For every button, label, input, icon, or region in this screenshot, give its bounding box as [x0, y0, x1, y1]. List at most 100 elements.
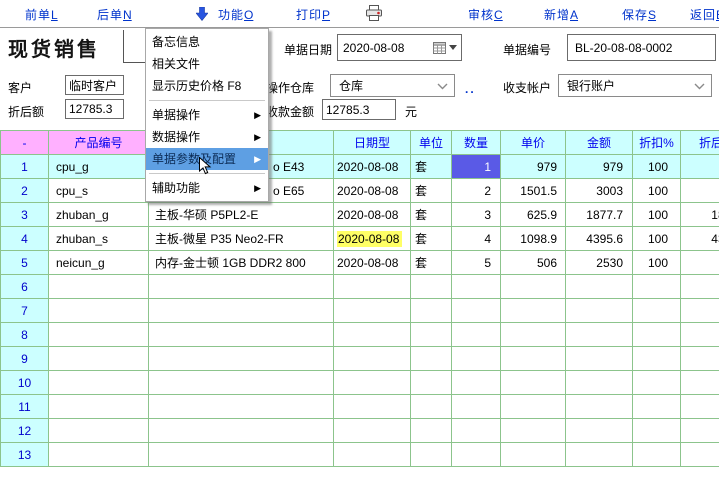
cell-product-code[interactable] — [49, 443, 149, 467]
cell-unit-price[interactable]: 506 — [501, 251, 566, 275]
cell-amount[interactable] — [566, 275, 633, 299]
cell-amount[interactable] — [566, 347, 633, 371]
cell-unit-price[interactable]: 625.9 — [501, 203, 566, 227]
cell-row-number[interactable]: 10 — [1, 371, 49, 395]
cell-quantity[interactable] — [452, 419, 501, 443]
cell-product-name[interactable] — [149, 299, 334, 323]
cell-quantity[interactable] — [452, 299, 501, 323]
cell-final-amount[interactable] — [681, 371, 719, 395]
prev-doc-button[interactable]: 前单L — [25, 6, 58, 23]
cell-final-amount[interactable] — [681, 443, 719, 467]
functions-button[interactable]: 功能O — [218, 6, 253, 23]
cell-quantity[interactable] — [452, 323, 501, 347]
cell-quantity[interactable] — [452, 275, 501, 299]
cell-discount[interactable] — [633, 443, 681, 467]
cell-final-amount[interactable] — [681, 347, 719, 371]
save-button[interactable]: 保存S — [622, 6, 656, 23]
warehouse-browse-button[interactable]: .. — [465, 82, 476, 96]
cell-amount[interactable]: 979 — [566, 155, 633, 179]
calendar-dropdown-button[interactable] — [433, 41, 457, 54]
cell-unit[interactable] — [411, 299, 452, 323]
cell-quantity[interactable]: 5 — [452, 251, 501, 275]
cell-unit-price[interactable]: 1098.9 — [501, 227, 566, 251]
cell-amount[interactable] — [566, 395, 633, 419]
cell-date[interactable] — [334, 371, 411, 395]
cell-product-name[interactable]: 主板-微星 P35 Neo2-FR — [149, 227, 334, 251]
cell-unit-price[interactable] — [501, 419, 566, 443]
warehouse-select[interactable]: 仓库 — [330, 74, 455, 97]
discounted-total-input[interactable]: 12785.3 — [65, 99, 124, 119]
cell-date[interactable] — [334, 347, 411, 371]
cell-row-number[interactable]: 2 — [1, 179, 49, 203]
cell-product-code[interactable]: cpu_g — [49, 155, 149, 179]
cell-unit[interactable]: 套 — [411, 203, 452, 227]
cell-unit[interactable]: 套 — [411, 227, 452, 251]
cell-final-amount[interactable] — [681, 395, 719, 419]
cell-row-number[interactable]: 6 — [1, 275, 49, 299]
cell-date[interactable] — [334, 323, 411, 347]
cell-discount[interactable]: 100 — [633, 155, 681, 179]
cell-discount[interactable] — [633, 371, 681, 395]
cell-amount[interactable]: 2530 — [566, 251, 633, 275]
menu-item-related-files[interactable]: 相关文件 — [146, 53, 268, 75]
cell-amount[interactable]: 3003 — [566, 179, 633, 203]
cell-quantity[interactable]: 3 — [452, 203, 501, 227]
cell-date[interactable]: 2020-08-08 — [334, 155, 411, 179]
cell-row-number[interactable]: 8 — [1, 323, 49, 347]
cell-final-amount[interactable]: 3003 — [681, 179, 719, 203]
cell-final-amount[interactable]: 979 — [681, 155, 719, 179]
cell-unit-price[interactable] — [501, 443, 566, 467]
cell-quantity[interactable] — [452, 395, 501, 419]
cell-unit[interactable]: 套 — [411, 251, 452, 275]
cell-product-name[interactable] — [149, 395, 334, 419]
cell-unit-price[interactable] — [501, 347, 566, 371]
cell-discount[interactable] — [633, 299, 681, 323]
customer-input[interactable]: 临时客户 — [65, 75, 124, 95]
cell-product-name[interactable]: 内存-金士顿 1GB DDR2 800 — [149, 251, 334, 275]
cell-unit-price[interactable] — [501, 371, 566, 395]
cell-product-code[interactable] — [49, 419, 149, 443]
account-select[interactable]: 银行账户 — [558, 74, 712, 97]
cell-date[interactable]: 2020-08-08 — [334, 179, 411, 203]
cell-amount[interactable] — [566, 299, 633, 323]
cell-amount[interactable]: 4395.6 — [566, 227, 633, 251]
printer-icon[interactable] — [364, 5, 384, 25]
cell-discount[interactable] — [633, 395, 681, 419]
cell-final-amount[interactable] — [681, 323, 719, 347]
cell-quantity[interactable] — [452, 371, 501, 395]
cell-row-number[interactable]: 11 — [1, 395, 49, 419]
menu-item-memo-info[interactable]: 备忘信息 — [146, 31, 268, 53]
cell-unit[interactable]: 套 — [411, 179, 452, 203]
cell-discount[interactable]: 100 — [633, 227, 681, 251]
next-doc-button[interactable]: 后单N — [97, 6, 132, 23]
cell-row-number[interactable]: 1 — [1, 155, 49, 179]
cell-product-code[interactable] — [49, 395, 149, 419]
cell-amount[interactable] — [566, 371, 633, 395]
cell-discount[interactable]: 100 — [633, 203, 681, 227]
cell-product-code[interactable] — [49, 371, 149, 395]
cell-discount[interactable] — [633, 419, 681, 443]
cell-product-name[interactable] — [149, 371, 334, 395]
cell-unit[interactable] — [411, 275, 452, 299]
cell-product-name[interactable] — [149, 419, 334, 443]
cell-final-amount[interactable] — [681, 299, 719, 323]
cell-discount[interactable] — [633, 275, 681, 299]
cell-row-number[interactable]: 5 — [1, 251, 49, 275]
cell-product-code[interactable] — [49, 299, 149, 323]
cell-final-amount[interactable] — [681, 275, 719, 299]
cell-row-number[interactable]: 7 — [1, 299, 49, 323]
cell-product-name[interactable] — [149, 347, 334, 371]
cell-product-name[interactable] — [149, 275, 334, 299]
doc-date-input[interactable]: 2020-08-08 — [337, 34, 462, 61]
cell-row-number[interactable]: 3 — [1, 203, 49, 227]
cell-unit-price[interactable]: 1501.5 — [501, 179, 566, 203]
cell-product-code[interactable] — [49, 347, 149, 371]
cell-unit[interactable] — [411, 371, 452, 395]
cell-date[interactable]: 2020-08-08 — [334, 203, 411, 227]
cell-amount[interactable] — [566, 419, 633, 443]
cell-date[interactable] — [334, 443, 411, 467]
cell-unit[interactable]: 套 — [411, 155, 452, 179]
cell-unit[interactable] — [411, 419, 452, 443]
down-arrow-icon[interactable] — [196, 7, 208, 24]
cell-quantity[interactable] — [452, 443, 501, 467]
